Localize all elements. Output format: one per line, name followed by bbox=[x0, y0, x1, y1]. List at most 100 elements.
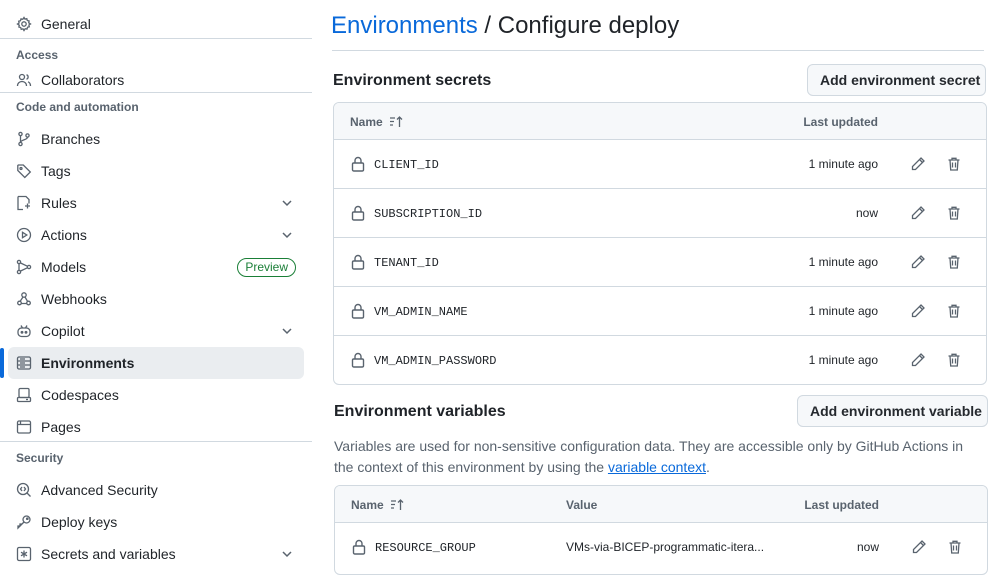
copilot-icon bbox=[16, 323, 32, 339]
pencil-icon[interactable] bbox=[910, 156, 926, 172]
row-name: RESOURCE_GROUP bbox=[375, 541, 476, 555]
trash-icon[interactable] bbox=[946, 254, 962, 270]
title-divider bbox=[332, 50, 984, 51]
sidebar-item-models[interactable]: Models Preview bbox=[8, 251, 304, 283]
breadcrumb-environments[interactable]: Environments bbox=[331, 12, 478, 39]
table-row: TENANT_ID 1 minute ago bbox=[334, 238, 986, 287]
trash-icon[interactable] bbox=[947, 539, 963, 555]
sidebar-item-branches[interactable]: Branches bbox=[8, 123, 304, 155]
sidebar-item-label: Branches bbox=[41, 131, 101, 147]
chevron-down-icon[interactable] bbox=[280, 196, 294, 210]
group-label-security: Security bbox=[16, 451, 64, 465]
variables-table-header: Name Value Last updated bbox=[335, 486, 987, 523]
models-icon bbox=[16, 259, 32, 275]
table-row: VM_ADMIN_PASSWORD 1 minute ago bbox=[334, 336, 986, 384]
last-updated-column-header: Last updated bbox=[804, 498, 879, 512]
chevron-down-icon[interactable] bbox=[280, 324, 294, 338]
group-label-access: Access bbox=[16, 48, 59, 62]
sidebar-item-rules[interactable]: Rules bbox=[8, 187, 304, 219]
sidebar-item-label: General bbox=[41, 16, 91, 32]
sidebar-divider bbox=[0, 38, 312, 39]
lock-icon bbox=[351, 254, 365, 270]
row-last-updated: now bbox=[856, 540, 879, 554]
sidebar-divider bbox=[0, 92, 312, 93]
table-row: RESOURCE_GROUP VMs-via-BICEP-programmatic… bbox=[335, 523, 987, 572]
sidebar-item-label: Collaborators bbox=[41, 72, 125, 88]
codescan-icon bbox=[16, 482, 32, 498]
sidebar-item-tags[interactable]: Tags bbox=[8, 155, 304, 187]
sidebar-item-label: Tags bbox=[41, 163, 71, 179]
add-environment-secret-button[interactable]: Add environment secret bbox=[807, 64, 986, 96]
sidebar-item-codespaces[interactable]: Codespaces bbox=[8, 379, 304, 411]
trash-icon[interactable] bbox=[946, 156, 962, 172]
webhook-icon bbox=[16, 291, 32, 307]
name-column-header[interactable]: Name bbox=[350, 115, 403, 129]
pencil-icon[interactable] bbox=[910, 303, 926, 319]
name-column-label: Name bbox=[350, 115, 383, 129]
sidebar-item-advanced-security[interactable]: Advanced Security bbox=[8, 474, 304, 506]
page-title-text: Configure deploy bbox=[497, 12, 680, 39]
sidebar-item-environments[interactable]: Environments bbox=[8, 347, 304, 379]
sidebar-item-label: Models bbox=[41, 259, 87, 275]
sidebar-item-label: Webhooks bbox=[41, 291, 107, 307]
preview-badge: Preview bbox=[237, 258, 296, 277]
tag-icon bbox=[16, 163, 32, 179]
sort-icon bbox=[390, 499, 404, 510]
lock-icon bbox=[351, 352, 365, 368]
people-icon bbox=[16, 72, 32, 88]
row-name: VM_ADMIN_NAME bbox=[374, 305, 468, 319]
trash-icon[interactable] bbox=[946, 205, 962, 221]
breadcrumb-separator: / bbox=[477, 12, 498, 39]
git-branch-icon bbox=[16, 131, 32, 147]
page-title: Environments / Configure deploy bbox=[331, 12, 679, 40]
row-name: VM_ADMIN_PASSWORD bbox=[374, 354, 497, 368]
rules-icon bbox=[16, 195, 32, 211]
name-column-header[interactable]: Name bbox=[351, 498, 404, 512]
server-icon bbox=[16, 355, 32, 371]
table-row: VM_ADMIN_NAME 1 minute ago bbox=[334, 287, 986, 336]
lock-icon bbox=[351, 156, 365, 172]
sidebar-item-label: Actions bbox=[41, 227, 87, 243]
name-column-label: Name bbox=[351, 498, 384, 512]
key-icon bbox=[16, 514, 32, 530]
pencil-icon[interactable] bbox=[910, 254, 926, 270]
sidebar-divider bbox=[0, 441, 312, 442]
pencil-icon[interactable] bbox=[910, 205, 926, 221]
variables-table-body: RESOURCE_GROUP VMs-via-BICEP-programmatic… bbox=[335, 523, 987, 572]
pencil-icon[interactable] bbox=[911, 539, 927, 555]
sidebar-item-label: Environments bbox=[41, 355, 135, 371]
sidebar-item-deploy-keys[interactable]: Deploy keys bbox=[8, 506, 304, 538]
description-end: . bbox=[706, 459, 710, 475]
row-name: TENANT_ID bbox=[374, 256, 439, 270]
sidebar-item-general[interactable]: General bbox=[8, 8, 304, 40]
asterisk-icon bbox=[16, 546, 32, 562]
sidebar-item-actions[interactable]: Actions bbox=[8, 219, 304, 251]
variables-table: Name Value Last updated RESOURCE_GROUP VM… bbox=[334, 485, 988, 575]
add-environment-variable-button[interactable]: Add environment variable bbox=[797, 395, 988, 427]
sort-icon bbox=[389, 116, 403, 127]
secrets-table: Name Last updated CLIENT_ID 1 minute ago S… bbox=[333, 102, 987, 385]
trash-icon[interactable] bbox=[946, 352, 962, 368]
sidebar-item-label: Secrets and variables bbox=[41, 546, 176, 562]
sidebar-item-webhooks[interactable]: Webhooks bbox=[8, 283, 304, 315]
variable-context-link[interactable]: variable context bbox=[608, 459, 706, 475]
row-last-updated: now bbox=[855, 206, 878, 220]
sidebar-item-label: Pages bbox=[41, 419, 81, 435]
variables-section-title: Environment variables bbox=[334, 403, 506, 420]
lock-icon bbox=[352, 539, 366, 555]
row-last-updated: 1 minute ago bbox=[808, 353, 878, 367]
sidebar-item-label: Rules bbox=[41, 195, 77, 211]
chevron-down-icon[interactable] bbox=[280, 228, 294, 242]
pencil-icon[interactable] bbox=[910, 352, 926, 368]
play-icon bbox=[16, 227, 32, 243]
settings-sidebar: General Access Collaborators Code and au… bbox=[0, 0, 312, 577]
sidebar-item-secrets-variables[interactable]: Secrets and variables bbox=[8, 538, 304, 570]
trash-icon[interactable] bbox=[946, 303, 962, 319]
sidebar-item-pages[interactable]: Pages bbox=[8, 411, 304, 443]
row-last-updated: 1 minute ago bbox=[808, 304, 878, 318]
sidebar-item-copilot[interactable]: Copilot bbox=[8, 315, 304, 347]
sidebar-item-label: Advanced Security bbox=[41, 482, 158, 498]
chevron-down-icon[interactable] bbox=[280, 547, 294, 561]
table-row: SUBSCRIPTION_ID now bbox=[334, 189, 986, 238]
variables-description: Variables are used for non-sensitive con… bbox=[334, 436, 986, 478]
